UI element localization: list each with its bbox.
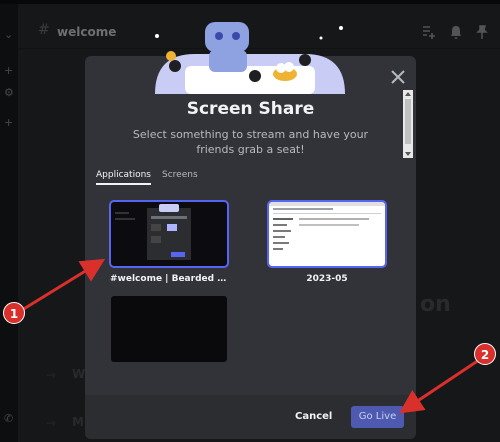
annotation-marker-1: 1 [3,302,25,324]
annotation-arrow-2 [399,356,483,414]
annotation-arrows [21,258,483,414]
annotation-marker-2: 2 [474,343,496,365]
annotation-arrow-1 [21,258,106,312]
